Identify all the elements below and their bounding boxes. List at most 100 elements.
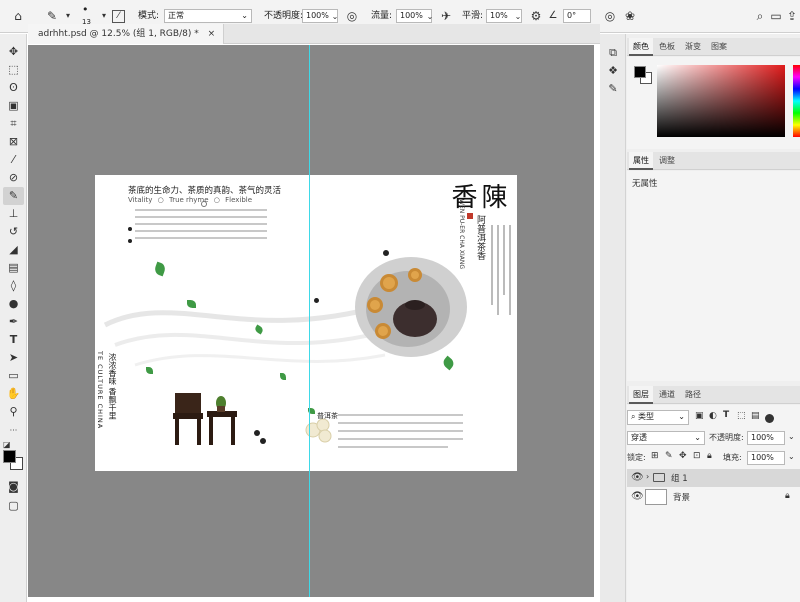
layer-name: 背景	[673, 493, 691, 503]
workspace-icon[interactable]: ▭	[768, 8, 784, 24]
ink-dot	[254, 430, 260, 436]
gear-icon[interactable]: ⚙	[528, 8, 544, 24]
object-select-tool-icon[interactable]: ▣	[3, 97, 24, 115]
brush-tool-icon[interactable]: ✎	[44, 8, 60, 24]
brush-tool-icon-active[interactable]: ✎	[3, 187, 24, 205]
history-panel-icon[interactable]: ⧉	[605, 46, 621, 60]
angle-input[interactable]: 0°	[563, 9, 591, 23]
layer-thumbnail	[645, 489, 667, 505]
tab-properties[interactable]: 属性	[629, 152, 653, 170]
hand-tool-icon[interactable]: ✋	[3, 385, 24, 403]
filter-toggle-icon[interactable]	[765, 414, 774, 423]
mode-select[interactable]: 正常 ⌄	[164, 9, 252, 23]
home-icon[interactable]: ⌂	[10, 8, 26, 24]
type-filter-icon[interactable]: T	[723, 410, 729, 420]
healing-brush-tool-icon[interactable]: ⊘	[3, 169, 24, 187]
blend-mode-select[interactable]: 穿透 ⌄	[627, 431, 705, 445]
pressure-opacity-icon[interactable]: ◎	[344, 8, 360, 24]
eye-visibility-icon[interactable]: 👁︎	[631, 472, 644, 483]
layer-row-group[interactable]: 👁︎ › 组 1	[627, 469, 800, 487]
green-leaf	[280, 373, 286, 380]
dodge-tool-icon[interactable]: ●	[3, 295, 24, 313]
symmetry-butterfly-icon[interactable]: ❀	[622, 8, 638, 24]
artwork-keywords: Vitality ○ True rhyme ○ Flexible	[128, 196, 253, 204]
left-vertical-title-en: TE CULTURE CHINA	[96, 351, 104, 430]
tab-adjustments[interactable]: 调整	[655, 152, 679, 170]
screen-mode-icon[interactable]: ▢	[3, 497, 24, 515]
marquee-tool-icon[interactable]: ⬚	[3, 61, 24, 79]
rectangle-tool-icon[interactable]: ▭	[3, 367, 24, 385]
eyedropper-tool-icon[interactable]: ⁄	[3, 151, 24, 169]
collapsed-panel-strip: ⧉ ❖ ✎	[600, 34, 626, 602]
properties-panel: 无属性	[627, 171, 800, 381]
type-tool-icon[interactable]: T	[3, 331, 24, 349]
layers-panel: ⌕ 类型 ⌄ ▣ ◐ T ⬚ ▤ 穿透 ⌄ 不透明度: 100% ⌄ 锁定: ⊞…	[627, 405, 800, 602]
body-text-line	[135, 223, 267, 225]
lock-pixels-icon[interactable]: ✎	[665, 451, 673, 461]
crop-tool-icon[interactable]: ⌗	[3, 115, 24, 133]
document-tab[interactable]: adrhht.psd @ 12.5% (组 1, RGB/8) * ×	[28, 24, 225, 44]
tab-paths[interactable]: 路径	[681, 386, 705, 404]
guide-line[interactable]	[309, 45, 310, 597]
zoom-tool-icon[interactable]: ⚲	[3, 403, 24, 421]
fill-input[interactable]: 100%	[747, 451, 785, 465]
tool-preset-dropdown-icon[interactable]: ▾	[60, 8, 76, 24]
eye-visibility-icon[interactable]: 👁︎	[631, 491, 644, 502]
tab-layers[interactable]: 图层	[629, 386, 653, 404]
pixel-filter-icon[interactable]: ▣	[695, 411, 704, 421]
expand-chevron-icon[interactable]: ›	[646, 472, 649, 481]
lock-position-icon[interactable]: ✥	[679, 451, 687, 461]
pen-tool-icon[interactable]: ✒	[3, 313, 24, 331]
brush-settings-icon[interactable]: ⁄	[112, 10, 125, 23]
lock-transparent-icon[interactable]: ⊞	[651, 451, 659, 461]
gradient-tool-icon[interactable]: ▤	[3, 259, 24, 277]
layer-opacity-input[interactable]: 100%	[747, 431, 785, 445]
smart-object-filter-icon[interactable]: ▤	[751, 411, 760, 421]
body-text-line	[338, 430, 463, 432]
document-canvas[interactable]: 茶底的生命力、茶质的真韵、茶气的灵活 Vitality ○ True rhyme…	[95, 175, 517, 471]
close-icon[interactable]: ×	[208, 29, 216, 39]
path-selection-tool-icon[interactable]: ➤	[3, 349, 24, 367]
tab-color[interactable]: 颜色	[629, 38, 653, 56]
foreground-color-swatch[interactable]	[3, 450, 16, 463]
history-brush-tool-icon[interactable]: ↺	[3, 223, 24, 241]
chevron-down-icon[interactable]: ⌄	[788, 452, 795, 461]
eraser-tool-icon[interactable]: ◢	[3, 241, 24, 259]
brush-picker-dropdown-icon[interactable]: ▾	[96, 8, 112, 24]
share-icon[interactable]: ⇪	[784, 8, 800, 24]
color-field-picker[interactable]	[657, 65, 785, 137]
lock-all-icon[interactable]: 🔒︎	[707, 451, 712, 461]
search-icon[interactable]: ⌕	[752, 8, 768, 24]
chevron-down-icon[interactable]: ⌄	[788, 432, 795, 441]
pressure-size-icon[interactable]: ◎	[602, 8, 618, 24]
hue-slider[interactable]	[793, 65, 800, 137]
keyword-vitality: Vitality	[128, 196, 153, 204]
smoothing-dropdown-icon[interactable]: ⌄	[510, 9, 526, 25]
move-tool-icon[interactable]: ✥	[3, 43, 24, 61]
layer-row-background[interactable]: 👁︎ 背景 🔒︎	[627, 487, 800, 507]
clone-stamp-tool-icon[interactable]: ⊥	[3, 205, 24, 223]
tab-patterns[interactable]: 图案	[707, 38, 731, 56]
angle-value: 0°	[567, 11, 577, 20]
tab-channels[interactable]: 通道	[655, 386, 679, 404]
lock-artboard-icon[interactable]: ⊡	[693, 451, 701, 461]
layer-filter-select[interactable]: ⌕ 类型 ⌄	[627, 410, 689, 425]
lasso-tool-icon[interactable]: ʘ	[3, 79, 24, 97]
fg-color-chip[interactable]	[634, 66, 646, 78]
opacity-dropdown-icon[interactable]: ⌄	[327, 9, 343, 25]
brush-settings-panel-icon[interactable]: ✎	[605, 82, 621, 96]
frame-tool-icon[interactable]: ⊠	[3, 133, 24, 151]
flow-dropdown-icon[interactable]: ⌄	[422, 9, 438, 25]
adjustment-filter-icon[interactable]: ◐	[709, 411, 717, 421]
lock-label: 锁定:	[627, 453, 646, 462]
airbrush-icon[interactable]: ✈	[438, 8, 454, 24]
ink-dot	[314, 298, 319, 303]
pu-er-heading: 普洱茶	[317, 412, 338, 420]
tab-swatches[interactable]: 色板	[655, 38, 679, 56]
ink-dot	[128, 227, 132, 231]
quick-mask-icon[interactable]: ◙	[3, 478, 24, 496]
blur-tool-icon[interactable]: ◊	[3, 277, 24, 295]
tab-gradients[interactable]: 渐变	[681, 38, 705, 56]
shape-filter-icon[interactable]: ⬚	[737, 411, 746, 421]
libraries-panel-icon[interactable]: ❖	[605, 64, 621, 78]
